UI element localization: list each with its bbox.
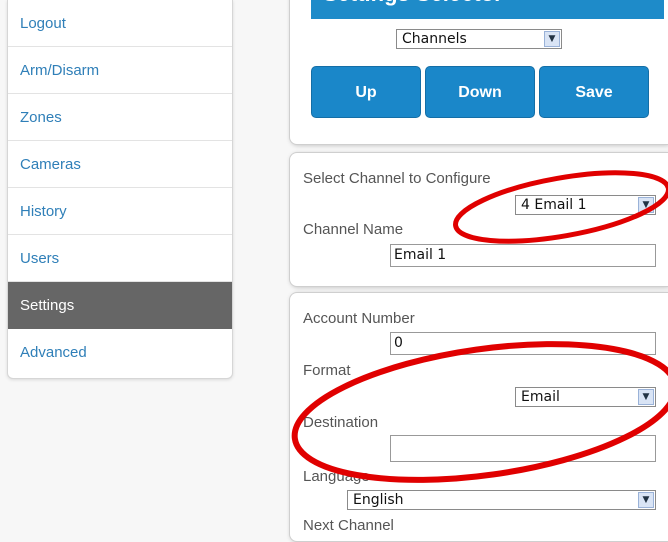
format-label: Format <box>303 362 351 379</box>
settings-selector-panel: Settings Selector Channels ▼ Up Down Sav… <box>289 0 668 145</box>
sidebar-item-users[interactable]: Users <box>8 235 232 282</box>
chevron-down-icon: ▼ <box>638 389 654 405</box>
channel-select-value: 4 Email 1 <box>521 197 587 213</box>
account-number-label: Account Number <box>303 310 415 327</box>
sidebar-item-arm-disarm[interactable]: Arm/Disarm <box>8 47 232 94</box>
format-select-value: Email <box>521 389 560 405</box>
sidebar-item-advanced[interactable]: Advanced <box>8 329 232 376</box>
channel-name-field[interactable]: Email 1 <box>390 244 656 267</box>
select-channel-label: Select Channel to Configure <box>303 170 491 187</box>
channel-name-label: Channel Name <box>303 221 404 238</box>
settings-selector-title: Settings Selector <box>311 0 664 19</box>
sidebar-nav: Logout Arm/Disarm Zones Cameras History … <box>7 0 233 379</box>
language-select-value: English <box>353 492 404 508</box>
up-button[interactable]: Up <box>311 66 421 118</box>
language-label: Language <box>303 468 370 485</box>
sidebar-item-zones[interactable]: Zones <box>8 94 232 141</box>
format-select[interactable]: Email ▼ <box>515 387 656 407</box>
sidebar-item-settings[interactable]: Settings <box>8 282 232 329</box>
chevron-down-icon: ▼ <box>544 31 560 47</box>
save-button[interactable]: Save <box>539 66 649 118</box>
settings-type-select[interactable]: Channels ▼ <box>396 29 562 49</box>
destination-label: Destination <box>303 414 379 431</box>
sidebar-item-logout[interactable]: Logout <box>8 0 232 47</box>
channel-select-panel: Select Channel to Configure 4 Email 1 ▼ … <box>289 152 668 287</box>
down-button[interactable]: Down <box>425 66 535 118</box>
account-number-field[interactable]: 0 <box>390 332 656 355</box>
channel-details-panel: Account Number 0 Format Email ▼ Destinat… <box>289 292 668 542</box>
chevron-down-icon: ▼ <box>638 197 654 213</box>
language-select[interactable]: English ▼ <box>347 490 656 510</box>
settings-type-value: Channels <box>402 31 467 47</box>
destination-field[interactable] <box>390 435 656 462</box>
channel-select[interactable]: 4 Email 1 ▼ <box>515 195 656 215</box>
sidebar-item-history[interactable]: History <box>8 188 232 235</box>
chevron-down-icon: ▼ <box>638 492 654 508</box>
next-channel-label: Next Channel <box>303 517 394 534</box>
sidebar-item-cameras[interactable]: Cameras <box>8 141 232 188</box>
